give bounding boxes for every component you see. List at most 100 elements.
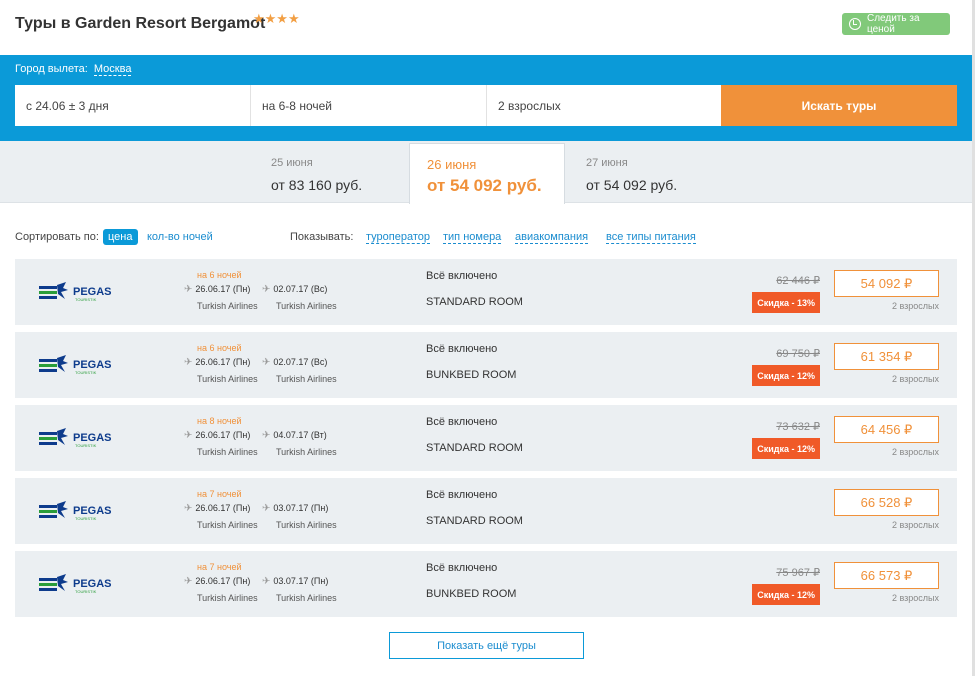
return-date: 03.07.17 (Пн) xyxy=(273,503,329,513)
meal-plan: Всё включено xyxy=(426,416,498,428)
nights-count: на 8 ночей xyxy=(197,416,242,426)
price-button[interactable]: 54 092 ₽ xyxy=(834,270,939,297)
discount-badge: Скидка - 12% xyxy=(752,365,820,386)
price-button[interactable]: 66 573 ₽ xyxy=(834,562,939,589)
meal-plan: Всё включено xyxy=(426,343,498,355)
page-title: Туры в Garden Resort Bergamot xyxy=(15,15,266,32)
sort-label: Сортировать по: xyxy=(15,231,99,243)
outbound-airline: Turkish Airlines xyxy=(197,593,258,603)
pegas-logo: PEGAS TOURISTIK xyxy=(39,428,112,448)
return-airline: Turkish Airlines xyxy=(276,447,337,457)
filter-meal-type[interactable]: все типы питания xyxy=(606,231,696,244)
old-price: 62 446 ₽ xyxy=(776,275,820,287)
departure-city-row: Город вылета: Москва xyxy=(15,63,132,76)
plane-icon: ✈ xyxy=(184,357,193,368)
nights-count: на 7 ночей xyxy=(197,489,242,499)
plane-icon: ✈ xyxy=(262,357,271,368)
return-date: 04.07.17 (Вт) xyxy=(273,430,327,440)
old-price: 69 750 ₽ xyxy=(776,348,820,360)
nights-count: на 6 ночей xyxy=(197,270,242,280)
date-field[interactable]: с 24.06 ± 3 дня xyxy=(15,85,251,126)
price-button[interactable]: 64 456 ₽ xyxy=(834,416,939,443)
search-tours-button[interactable]: Искать туры xyxy=(721,85,957,126)
return-date: 03.07.17 (Пн) xyxy=(273,576,329,586)
page: Туры в Garden Resort Bergamot ★★★★ Следи… xyxy=(0,0,975,676)
outbound-date: 26.06.17 (Пн) xyxy=(195,357,251,367)
passengers: 2 взрослых xyxy=(891,520,939,530)
plane-icon: ✈ xyxy=(262,284,271,295)
return-leg: ✈ 02.07.17 (Вс) xyxy=(262,284,327,295)
pegas-logo: PEGAS TOURISTIK xyxy=(39,501,112,521)
tour-row: PEGAS TOURISTIK на 6 ночей ✈ 26.06.17 (Пн… xyxy=(15,259,957,325)
outbound-airline: Turkish Airlines xyxy=(197,520,258,530)
date-option-date: 26 июня xyxy=(427,157,477,172)
meal-plan: Всё включено xyxy=(426,562,498,574)
discount-badge: Скидка - 12% xyxy=(752,584,820,605)
filter-room-type[interactable]: тип номера xyxy=(443,231,502,244)
date-option[interactable]: 27 июня от 54 092 руб. xyxy=(570,141,720,203)
plane-icon: ✈ xyxy=(184,503,193,514)
departure-city-link[interactable]: Москва xyxy=(93,63,132,76)
return-leg: ✈ 03.07.17 (Пн) xyxy=(262,576,328,587)
meal-plan: Всё включено xyxy=(426,270,498,282)
date-option-price: от 54 092 руб. xyxy=(586,177,678,193)
plane-icon: ✈ xyxy=(184,430,193,441)
outbound-airline: Turkish Airlines xyxy=(197,374,258,384)
outbound-leg: ✈ 26.06.17 (Пн) xyxy=(184,357,250,368)
svg-text:TOURISTIK: TOURISTIK xyxy=(75,516,97,521)
date-option[interactable]: 25 июня от 83 160 руб. xyxy=(255,141,405,203)
plane-icon: ✈ xyxy=(184,284,193,295)
sort-by-nights-link[interactable]: кол-во ночей xyxy=(147,231,213,243)
passengers: 2 взрослых xyxy=(891,374,939,384)
sort-by-price-button[interactable]: цена xyxy=(103,229,138,245)
search-fields: с 24.06 ± 3 дня на 6-8 ночей 2 взрослых … xyxy=(15,85,957,126)
date-option-date: 25 июня xyxy=(271,157,313,169)
outbound-date: 26.06.17 (Пн) xyxy=(195,284,251,294)
pegas-logo: PEGAS TOURISTIK xyxy=(39,355,112,375)
outbound-airline: Turkish Airlines xyxy=(197,447,258,457)
date-option-price: от 54 092 руб. xyxy=(427,176,542,195)
nights-count: на 6 ночей xyxy=(197,343,242,353)
tour-row: PEGAS TOURISTIK на 7 ночей ✈ 26.06.17 (Пн… xyxy=(15,478,957,544)
price-button[interactable]: 61 354 ₽ xyxy=(834,343,939,370)
watch-price-label: Следить за ценой xyxy=(866,13,920,35)
search-panel: Город вылета: Москва с 24.06 ± 3 дня на … xyxy=(0,55,972,141)
nights-field[interactable]: на 6-8 ночей xyxy=(251,85,487,126)
outbound-leg: ✈ 26.06.17 (Пн) xyxy=(184,284,250,295)
return-airline: Turkish Airlines xyxy=(276,593,337,603)
price-button[interactable]: 66 528 ₽ xyxy=(834,489,939,516)
outbound-leg: ✈ 26.06.17 (Пн) xyxy=(184,430,250,441)
pegas-logo: PEGAS TOURISTIK xyxy=(39,282,112,302)
return-date: 02.07.17 (Вс) xyxy=(273,357,328,367)
tour-row: PEGAS TOURISTIK на 6 ночей ✈ 26.06.17 (Пн… xyxy=(15,332,957,398)
old-price: 75 967 ₽ xyxy=(776,567,820,579)
departure-city-label: Город вылета: xyxy=(15,63,88,75)
old-price: 73 632 ₽ xyxy=(776,421,820,433)
svg-text:TOURISTIK: TOURISTIK xyxy=(75,370,97,375)
filter-operator[interactable]: туроператор xyxy=(366,231,430,244)
discount-badge: Скидка - 12% xyxy=(752,438,820,459)
svg-text:TOURISTIK: TOURISTIK xyxy=(75,297,97,302)
passengers: 2 взрослых xyxy=(891,301,939,311)
outbound-leg: ✈ 26.06.17 (Пн) xyxy=(184,576,250,587)
return-airline: Turkish Airlines xyxy=(276,374,337,384)
svg-text:TOURISTIK: TOURISTIK xyxy=(75,589,97,594)
filter-airline[interactable]: авиакомпания xyxy=(515,231,589,244)
show-more-tours-button[interactable]: Показать ещё туры xyxy=(389,632,584,659)
return-leg: ✈ 03.07.17 (Пн) xyxy=(262,503,328,514)
room-type: STANDARD ROOM xyxy=(426,442,523,454)
guests-field[interactable]: 2 взрослых xyxy=(487,85,721,126)
plane-icon: ✈ xyxy=(262,503,271,514)
meal-plan: Всё включено xyxy=(426,489,498,501)
header: Туры в Garden Resort Bergamot ★★★★ Следи… xyxy=(0,0,972,55)
show-label: Показывать: xyxy=(290,231,354,243)
watch-price-button[interactable]: Следить за ценой xyxy=(842,13,950,35)
date-option-selected[interactable]: 26 июня от 54 092 руб. xyxy=(409,143,565,204)
plane-icon: ✈ xyxy=(262,430,271,441)
svg-text:TOURISTIK: TOURISTIK xyxy=(75,443,97,448)
date-price-strip: 25 июня от 83 160 руб. 26 июня от 54 092… xyxy=(0,141,972,204)
outbound-date: 26.06.17 (Пн) xyxy=(195,430,251,440)
room-type: BUNKBED ROOM xyxy=(426,369,517,381)
outbound-date: 26.06.17 (Пн) xyxy=(195,576,251,586)
plane-icon: ✈ xyxy=(184,576,193,587)
